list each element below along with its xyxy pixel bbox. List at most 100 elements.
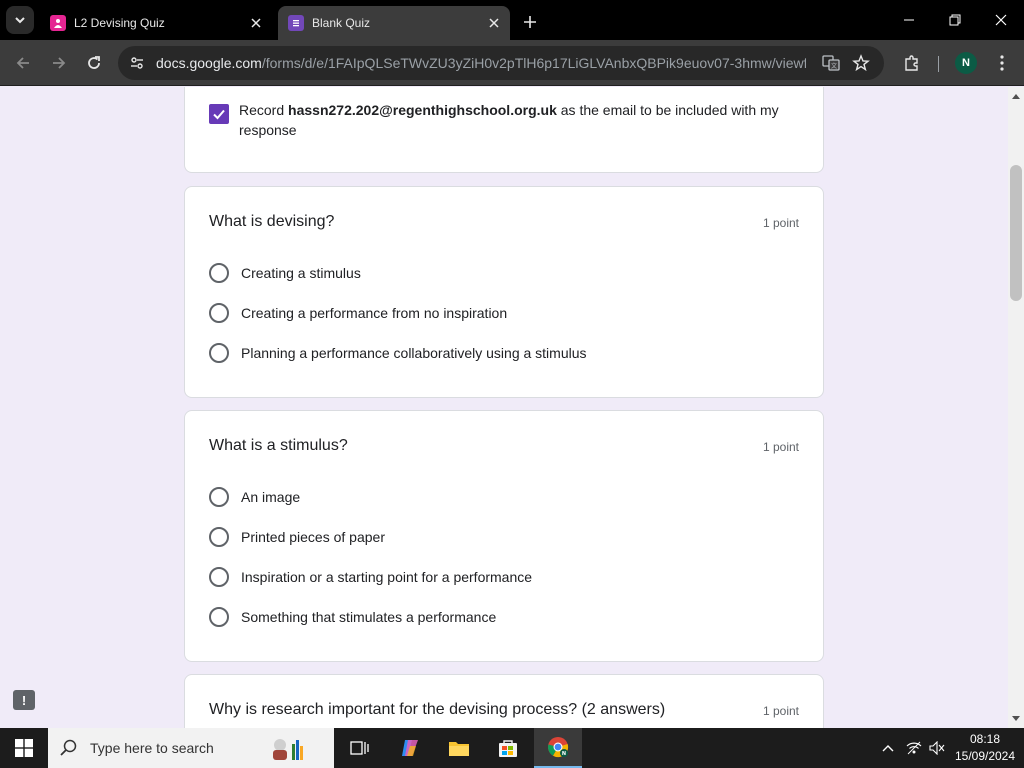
toolbar-divider	[938, 56, 939, 72]
radio-button[interactable]	[209, 303, 229, 323]
site-info-icon[interactable]	[124, 50, 150, 76]
search-highlight-illustration-icon	[273, 739, 303, 760]
network-button[interactable]	[902, 728, 926, 768]
question-title: What is a stimulus?	[209, 437, 348, 454]
option-label: Inspiration or a starting point for a pe…	[241, 569, 533, 585]
tab-blank-quiz[interactable]: Blank Quiz	[278, 6, 510, 40]
minimize-button[interactable]	[886, 0, 932, 40]
question-points: 1 point	[762, 704, 799, 718]
answer-option[interactable]: Something that stimulates a performance	[209, 606, 496, 628]
avatar: N	[955, 52, 977, 74]
arrow-right-icon	[53, 57, 66, 69]
tab-close-icon[interactable]	[484, 13, 504, 33]
address-bar[interactable]: docs.google.com/forms/d/e/1FAIpQLSeTWvZU…	[118, 46, 884, 80]
bookmark-star-icon[interactable]	[848, 50, 874, 76]
question-points: 1 point	[762, 216, 799, 230]
option-label: Printed pieces of paper	[241, 529, 385, 545]
answer-option[interactable]: Printed pieces of paper	[209, 526, 385, 548]
clock-date: 15/09/2024	[954, 749, 1016, 763]
restore-icon	[949, 14, 961, 26]
close-window-button[interactable]	[978, 0, 1024, 40]
start-button[interactable]	[0, 728, 48, 768]
chrome-icon: N	[548, 737, 569, 758]
scrollbar-thumb[interactable]	[1010, 165, 1022, 301]
question-title: What is devising?	[209, 213, 335, 230]
radio-button[interactable]	[209, 567, 229, 587]
reload-icon	[88, 56, 100, 69]
show-hidden-icons-button[interactable]	[876, 728, 900, 768]
new-tab-button[interactable]	[518, 10, 542, 34]
url-text[interactable]: docs.google.com/forms/d/e/1FAIpQLSeTWvZU…	[156, 55, 806, 71]
answer-option[interactable]: Planning a performance collaboratively u…	[209, 342, 587, 364]
page-scrollbar[interactable]	[1008, 87, 1024, 728]
question-points: 1 point	[762, 440, 799, 454]
chrome-menu-button[interactable]	[987, 48, 1017, 78]
browser-toolbar: docs.google.com/forms/d/e/1FAIpQLSeTWvZU…	[0, 40, 1024, 86]
taskbar-clock[interactable]: 08:18 15/09/2024	[950, 731, 1020, 765]
folder-icon	[449, 742, 469, 756]
tab-close-icon[interactable]	[246, 13, 266, 33]
svg-text:N: N	[562, 751, 566, 757]
search-icon	[60, 739, 77, 756]
extensions-button[interactable]	[897, 48, 927, 78]
forward-button[interactable]	[44, 48, 74, 78]
profile-button[interactable]: N	[951, 48, 981, 78]
radio-button[interactable]	[209, 527, 229, 547]
scroll-up-arrow-icon[interactable]	[1008, 89, 1024, 103]
scroll-down-arrow-icon[interactable]	[1008, 712, 1024, 726]
checkmark-icon	[213, 109, 225, 120]
plus-icon	[524, 16, 536, 28]
svg-text:文: 文	[831, 62, 837, 70]
record-email-label: Record hassn272.202@regenthighschool.org…	[239, 100, 799, 140]
record-email-row[interactable]: Record hassn272.202@regenthighschool.org…	[209, 100, 799, 140]
task-view-button[interactable]	[336, 728, 384, 768]
kebab-menu-icon	[1000, 55, 1004, 71]
question-title: Why is research important for the devisi…	[209, 701, 666, 718]
minimize-icon	[904, 19, 914, 21]
answer-option[interactable]: Creating a stimulus	[209, 262, 361, 284]
taskbar-search-box[interactable]: Type here to search	[48, 728, 334, 768]
volume-button[interactable]	[926, 728, 948, 768]
email-prefix: Record	[239, 102, 285, 118]
microsoft-store-button[interactable]	[484, 728, 532, 768]
report-feedback-button[interactable]: !	[13, 690, 35, 710]
radio-button[interactable]	[209, 607, 229, 627]
record-email-checkbox[interactable]	[209, 104, 229, 124]
pink-person-icon	[50, 15, 66, 31]
copilot-button[interactable]	[386, 728, 434, 768]
radio-button[interactable]	[209, 263, 229, 283]
answer-option[interactable]: An image	[209, 486, 300, 508]
question-card: Why is research important for the devisi…	[184, 674, 824, 728]
translate-icon[interactable]: 文	[818, 50, 844, 76]
reload-button[interactable]	[79, 48, 109, 78]
tab-strip: L2 Devising Quiz Blank Quiz	[0, 0, 1024, 40]
radio-button[interactable]	[209, 343, 229, 363]
email-address: hassn272.202@regenthighschool.org.uk	[288, 102, 557, 118]
answer-option[interactable]: Inspiration or a starting point for a pe…	[209, 566, 532, 588]
url-host: docs.google.com	[156, 55, 262, 71]
url-path: /forms/d/e/1FAIpQLSeTWvZU3yZiH0v2pTlH6p1…	[261, 55, 806, 71]
windows-taskbar: Type here to search N 08:18 15/09/2024	[0, 728, 1024, 768]
restore-button[interactable]	[932, 0, 978, 40]
search-placeholder: Type here to search	[90, 740, 214, 756]
back-button[interactable]	[8, 48, 38, 78]
question-card: What is devising? 1 point Creating a sti…	[184, 186, 824, 398]
email-collection-card: Record hassn272.202@regenthighschool.org…	[184, 87, 824, 173]
feedback-icon: !	[21, 692, 27, 708]
purple-forms-icon	[288, 15, 304, 31]
wifi-icon	[906, 741, 922, 755]
tab-title: Blank Quiz	[312, 16, 371, 30]
puzzle-icon	[905, 55, 918, 71]
clock-time: 08:18	[969, 732, 1001, 746]
tab-title: L2 Devising Quiz	[74, 16, 165, 30]
form-viewport: Record hassn272.202@regenthighschool.org…	[0, 87, 1008, 728]
answer-option[interactable]: Creating a performance from no inspirati…	[209, 302, 507, 324]
file-explorer-button[interactable]	[435, 728, 483, 768]
arrow-left-icon	[16, 57, 29, 69]
tab-l2-devising-quiz[interactable]: L2 Devising Quiz	[40, 6, 272, 40]
tab-search-button[interactable]	[6, 6, 34, 34]
volume-muted-icon	[929, 741, 945, 755]
store-icon	[499, 740, 517, 757]
radio-button[interactable]	[209, 487, 229, 507]
chrome-taskbar-button[interactable]: N	[534, 728, 582, 768]
